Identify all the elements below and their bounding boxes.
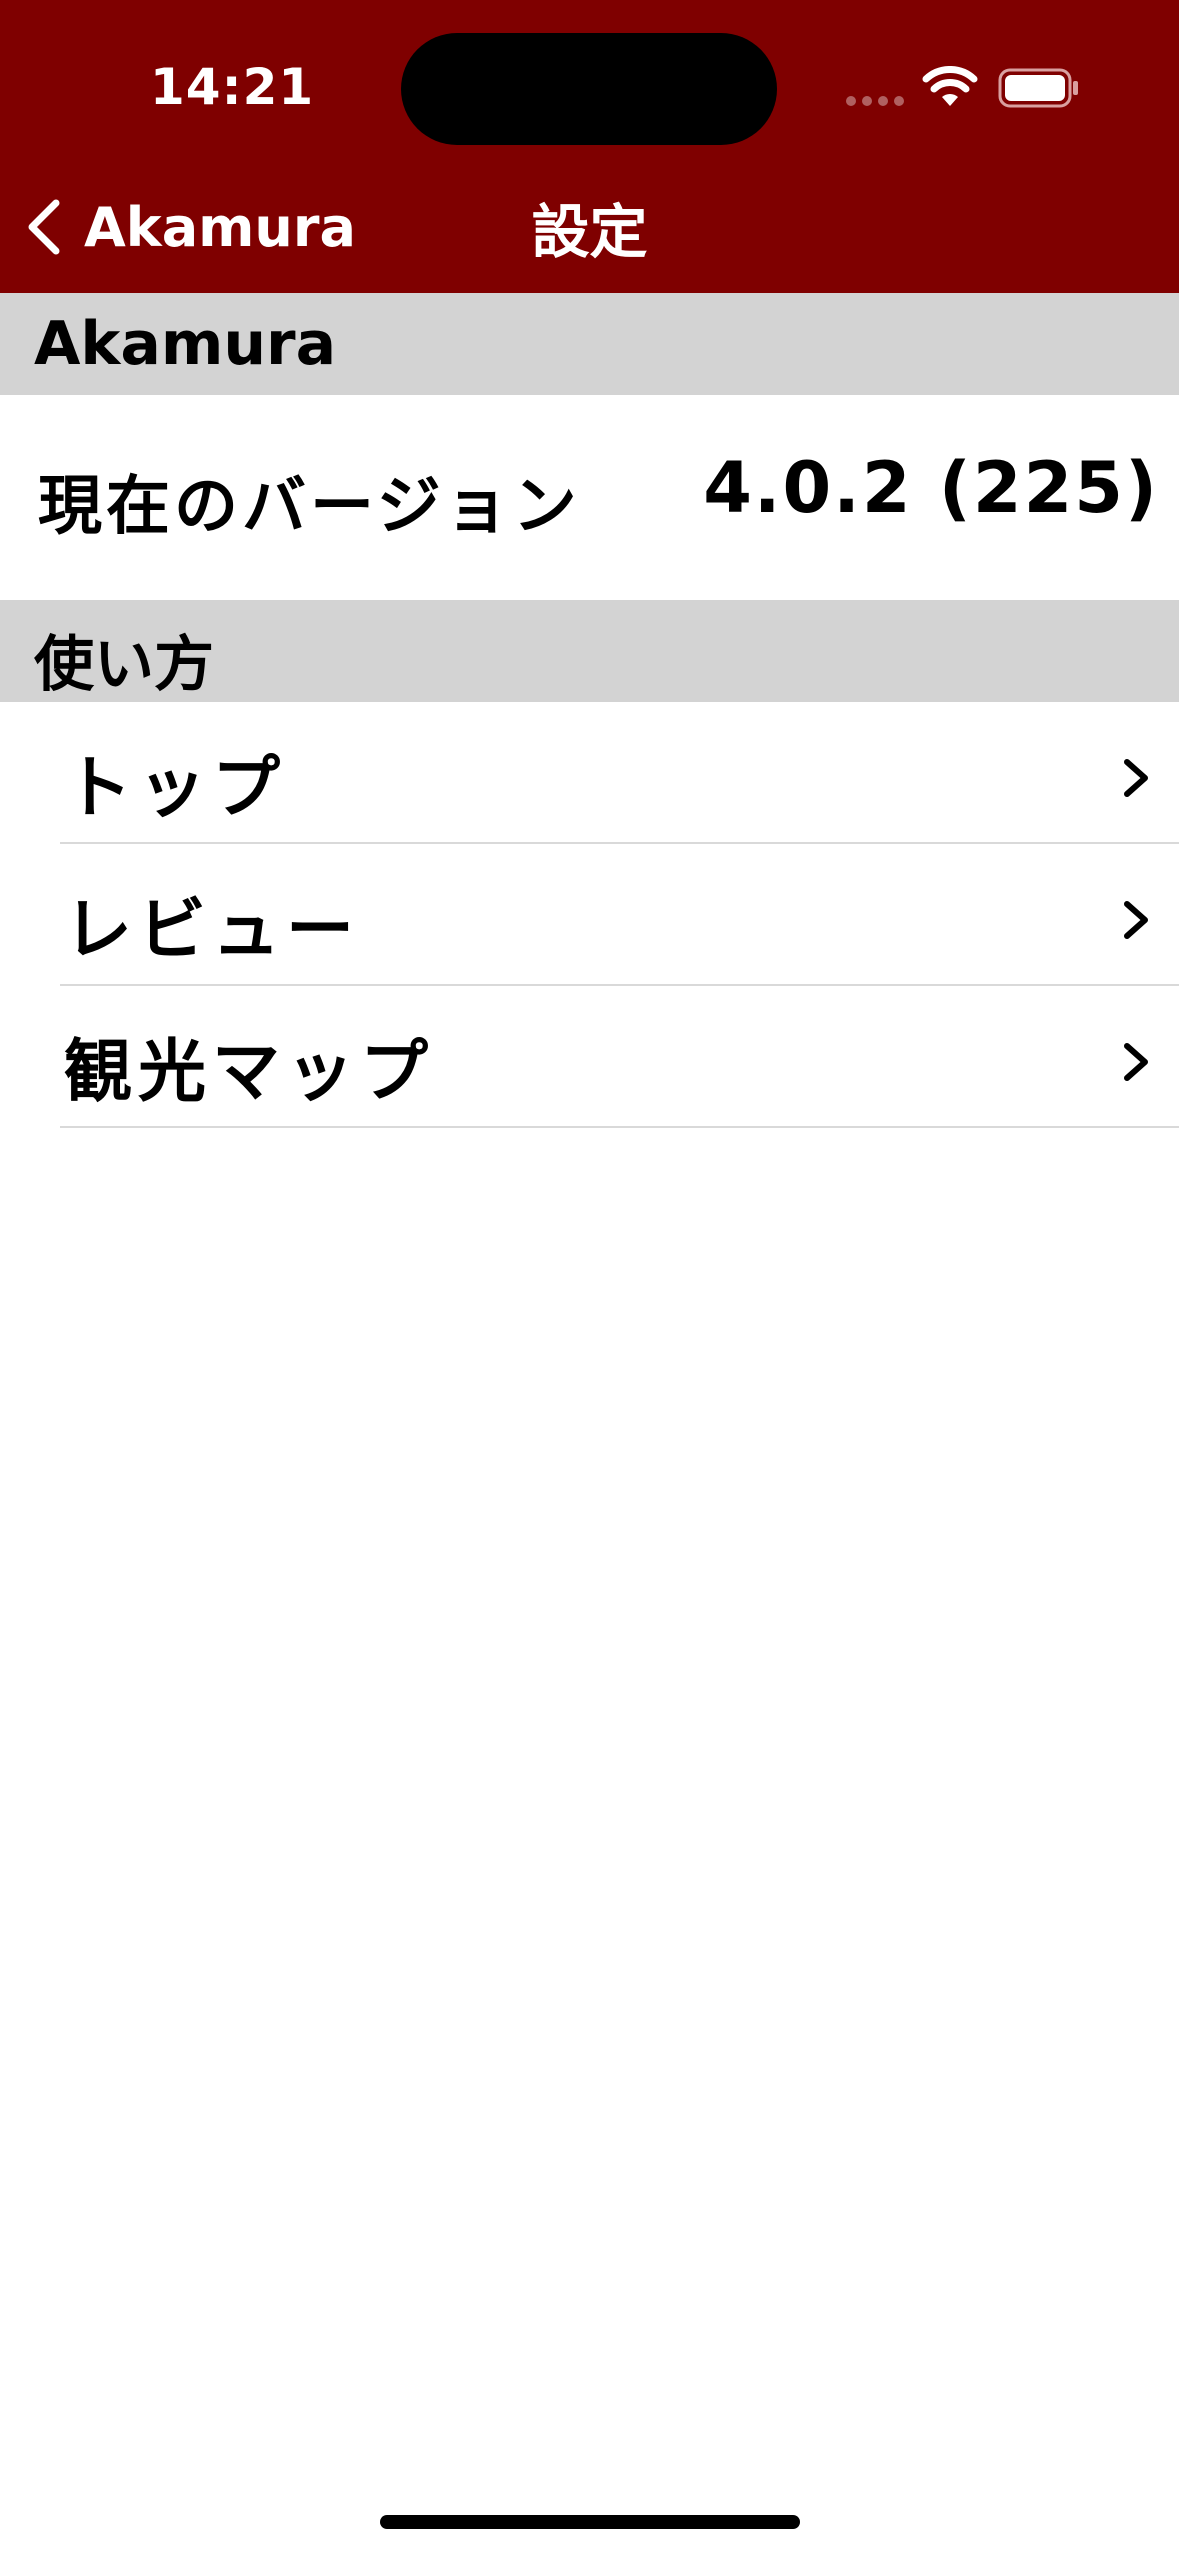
section-header-app: Akamura [0,293,1179,395]
navigation-header: 14:21 Akamura 設定 [0,0,1179,293]
list-item-review[interactable]: レビュー [0,844,1179,986]
section-header-label: Akamura [34,309,337,379]
chevron-right-icon [1124,1043,1148,1081]
list-item-label: 観光マップ [64,1033,435,1112]
version-label: 現在のバージョン [38,470,581,544]
version-row: 現在のバージョン 4.0.2 (225) [0,395,1179,600]
status-time: 14:21 [150,58,315,116]
section-header-usage: 使い方 [0,600,1179,702]
list-item-label: レビュー [64,891,361,970]
list-item-sightseeing-map[interactable]: 観光マップ [0,986,1179,1128]
chevron-right-icon [1124,901,1148,939]
section-header-label: 使い方 [34,630,214,700]
cellular-signal-icon [846,96,904,106]
row-divider [60,1126,1179,1128]
wifi-icon [922,66,978,106]
list-item-top[interactable]: トップ [0,702,1179,844]
home-indicator[interactable] [380,2515,800,2529]
settings-screen: 14:21 Akamura 設定 Akamura 現在のバージョン 4.0.2 … [0,0,1179,2556]
version-value: 4.0.2 (225) [703,447,1159,529]
dynamic-island [401,33,777,145]
chevron-right-icon [1124,759,1148,797]
list-item-label: トップ [64,749,287,828]
page-title: 設定 [531,198,648,266]
battery-icon [998,68,1078,108]
